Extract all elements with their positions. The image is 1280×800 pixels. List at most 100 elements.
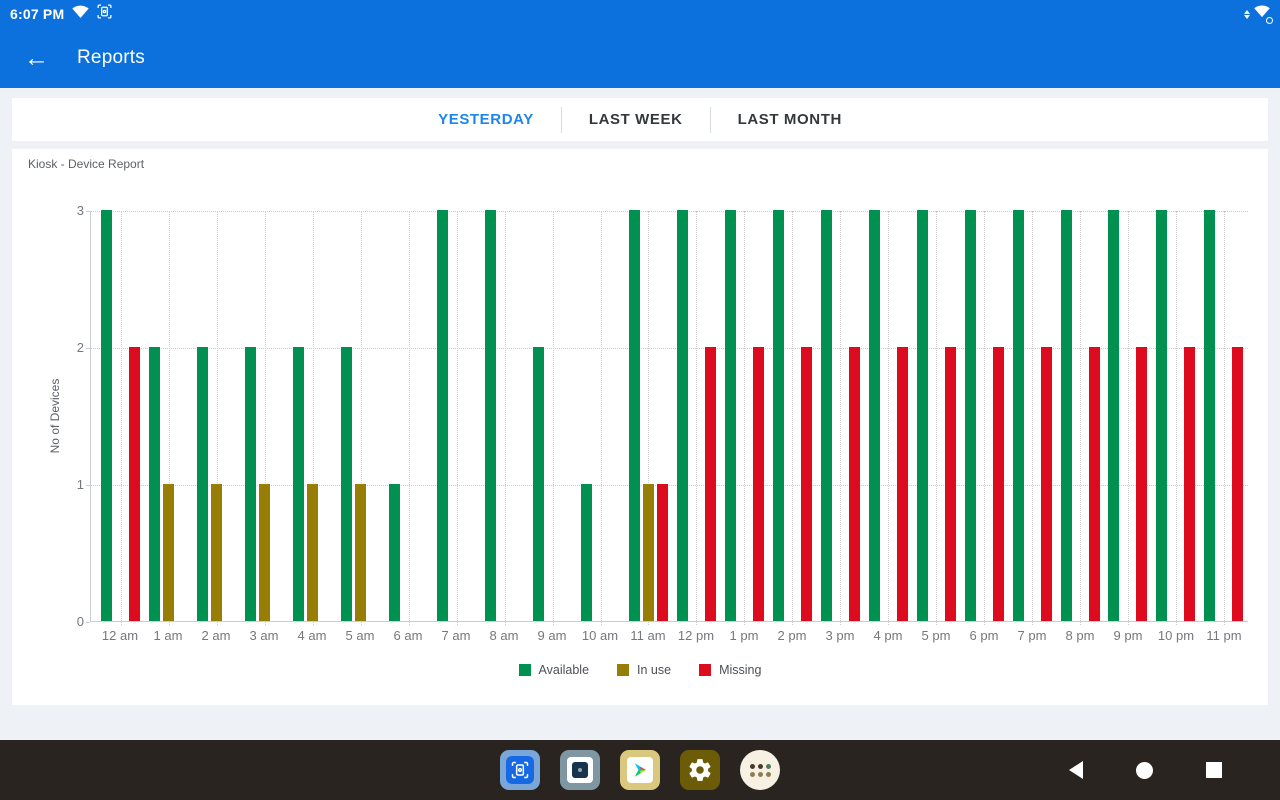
x-tick-label: 7 pm <box>1008 628 1056 643</box>
bar-group-12pm <box>672 211 720 621</box>
legend-item-available[interactable]: Available <box>519 663 590 677</box>
y-axis-label: No of Devices <box>48 351 62 481</box>
wifi-calling-icon <box>1254 5 1270 23</box>
bar-missing[interactable] <box>945 347 956 621</box>
bar-missing[interactable] <box>801 347 812 621</box>
back-arrow-icon[interactable]: ← <box>24 46 49 71</box>
bar-group-5am <box>337 211 385 621</box>
bar-missing[interactable] <box>1136 347 1147 621</box>
bar-group-5pm <box>912 211 960 621</box>
nav-back-icon[interactable] <box>1069 761 1083 779</box>
x-tick-label: 5 pm <box>912 628 960 643</box>
kiosk-app-icon[interactable] <box>500 750 540 790</box>
bar-available[interactable] <box>389 484 400 621</box>
bar-available[interactable] <box>773 210 784 621</box>
bar-missing[interactable] <box>897 347 908 621</box>
bar-available[interactable] <box>917 210 928 621</box>
bar-missing[interactable] <box>1041 347 1052 621</box>
x-tick-label: 5 am <box>336 628 384 643</box>
bar-available[interactable] <box>1061 210 1072 621</box>
bar-missing[interactable] <box>1232 347 1243 621</box>
tab-last-month[interactable]: LAST MONTH <box>711 111 869 128</box>
bar-available[interactable] <box>965 210 976 621</box>
y-tick-label: 3 <box>58 203 84 218</box>
x-tick-label: 12 pm <box>672 628 720 643</box>
screen-app-icon[interactable] <box>560 750 600 790</box>
bar-in-use[interactable] <box>211 484 222 621</box>
chart-legend: Available In use Missing <box>12 663 1268 677</box>
legend-swatch-icon <box>699 664 711 676</box>
settings-app-icon[interactable] <box>680 750 720 790</box>
bar-available[interactable] <box>1013 210 1024 621</box>
clock: 6:07 PM <box>10 6 64 22</box>
bar-available[interactable] <box>341 347 352 621</box>
bar-missing[interactable] <box>993 347 1004 621</box>
android-nav-buttons <box>1069 761 1222 779</box>
bar-in-use[interactable] <box>307 484 318 621</box>
app-drawer-button[interactable] <box>740 750 780 790</box>
bar-missing[interactable] <box>849 347 860 621</box>
bar-missing[interactable] <box>129 347 140 621</box>
bar-available[interactable] <box>581 484 592 621</box>
bar-group-2am <box>193 211 241 621</box>
v-gridline <box>1224 211 1225 625</box>
bar-in-use[interactable] <box>643 484 654 621</box>
y-tick-label: 0 <box>58 614 84 629</box>
v-gridline <box>1176 211 1177 625</box>
x-tick-label: 11 pm <box>1200 628 1248 643</box>
legend-label: Available <box>539 663 590 677</box>
bar-available[interactable] <box>485 210 496 621</box>
x-tick-label: 6 pm <box>960 628 1008 643</box>
bar-available[interactable] <box>1108 210 1119 621</box>
bar-available[interactable] <box>629 210 640 621</box>
bar-available[interactable] <box>677 210 688 621</box>
wifi-icon <box>72 5 89 24</box>
tab-last-week[interactable]: LAST WEEK <box>562 111 710 128</box>
bar-available[interactable] <box>1204 210 1215 621</box>
bar-available[interactable] <box>869 210 880 621</box>
bar-group-3am <box>241 211 289 621</box>
bar-available[interactable] <box>101 210 112 621</box>
device-report-chart-card: Kiosk - Device Report No of Devices 0123… <box>12 149 1268 705</box>
bar-group-6pm <box>960 211 1008 621</box>
tab-yesterday[interactable]: YESTERDAY <box>411 111 561 128</box>
v-gridline <box>553 211 554 625</box>
v-gridline <box>984 211 985 625</box>
bar-missing[interactable] <box>1184 347 1195 621</box>
y-tick-mark <box>86 348 90 349</box>
bar-available[interactable] <box>725 210 736 621</box>
nav-recents-icon[interactable] <box>1206 762 1222 778</box>
bar-group-9pm <box>1104 211 1152 621</box>
bar-group-3pm <box>816 211 864 621</box>
x-tick-label: 3 am <box>240 628 288 643</box>
app-drawer-dots-icon <box>750 764 771 777</box>
bar-available[interactable] <box>437 210 448 621</box>
bar-group-7am <box>433 211 481 621</box>
legend-swatch-icon <box>519 664 531 676</box>
v-gridline <box>936 211 937 625</box>
bar-available[interactable] <box>293 347 304 621</box>
bar-group-9am <box>529 211 577 621</box>
bar-group-10am <box>577 211 625 621</box>
bar-available[interactable] <box>245 347 256 621</box>
bar-missing[interactable] <box>705 347 716 621</box>
bar-missing[interactable] <box>753 347 764 621</box>
bar-in-use[interactable] <box>163 484 174 621</box>
bar-group-6am <box>385 211 433 621</box>
legend-item-in-use[interactable]: In use <box>617 663 671 677</box>
play-store-icon[interactable] <box>620 750 660 790</box>
bar-in-use[interactable] <box>355 484 366 621</box>
chart-plot-area <box>90 211 1248 622</box>
nav-home-icon[interactable] <box>1136 762 1153 779</box>
bar-available[interactable] <box>821 210 832 621</box>
bar-available[interactable] <box>533 347 544 621</box>
x-tick-label: 8 pm <box>1056 628 1104 643</box>
bar-available[interactable] <box>149 347 160 621</box>
bar-missing[interactable] <box>1089 347 1100 621</box>
bar-missing[interactable] <box>657 484 668 621</box>
bar-available[interactable] <box>1156 210 1167 621</box>
bar-in-use[interactable] <box>259 484 270 621</box>
x-axis-labels: 12 am1 am2 am3 am4 am5 am6 am7 am8 am9 a… <box>96 628 1248 643</box>
legend-item-missing[interactable]: Missing <box>699 663 761 677</box>
bar-available[interactable] <box>197 347 208 621</box>
